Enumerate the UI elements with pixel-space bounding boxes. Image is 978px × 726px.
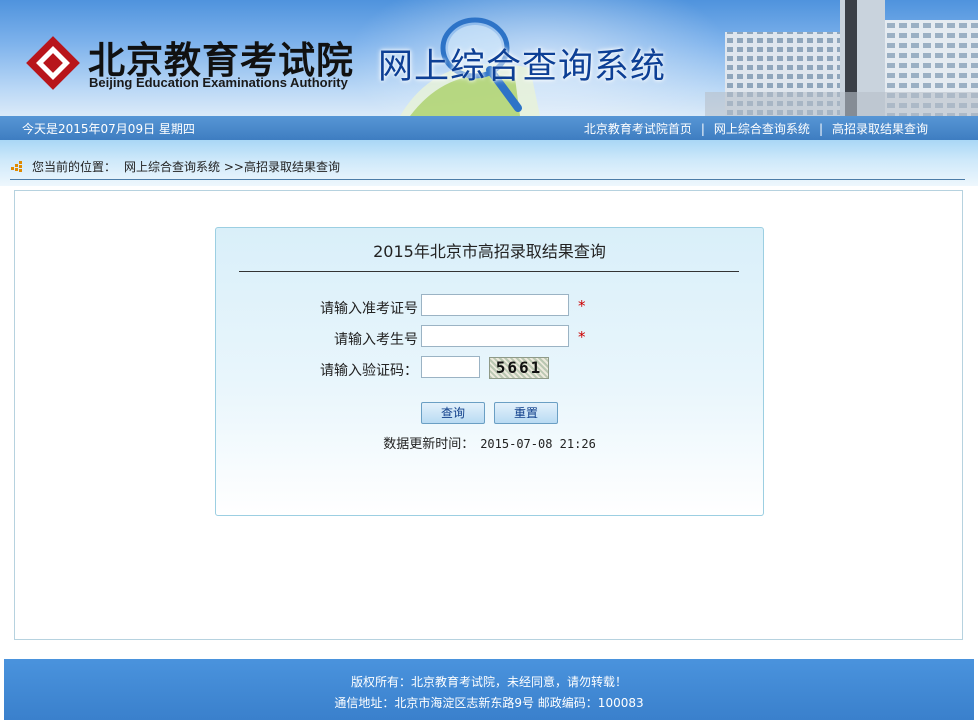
exam-number-input[interactable] xyxy=(421,294,569,316)
nav-link-admission-result[interactable]: 高招录取结果查询 xyxy=(832,122,928,136)
update-time-label: 数据更新时间： xyxy=(383,437,475,452)
reset-button[interactable]: 重置 xyxy=(494,402,558,424)
captcha-label: 请输入验证码： xyxy=(320,363,418,379)
footer-copyright: 版权所有：北京教育考试院，未经同意，请勿转载！ xyxy=(350,675,627,689)
exam-number-row: 请输入准考证号 * xyxy=(216,294,763,318)
footer-address: 通信地址：北京市海淀区志新东路9号 邮政编码：100083 xyxy=(334,696,644,710)
logo[interactable]: 北京教育考试院 Beijing Education Examinations A… xyxy=(22,26,353,98)
breadcrumb-path[interactable]: 网上综合查询系统 >>高招录取结果查询 xyxy=(124,160,340,174)
system-title: 网上综合查询系统 xyxy=(378,47,667,87)
student-number-input[interactable] xyxy=(421,325,569,347)
student-number-label: 请输入考生号 xyxy=(334,332,418,348)
student-number-row: 请输入考生号 * xyxy=(216,325,763,349)
nav-link-query-system[interactable]: 网上综合查询系统 xyxy=(714,122,810,136)
data-update-time: 数据更新时间： 2015-07-08 21:26 xyxy=(216,433,763,452)
update-time-value: 2015-07-08 21:26 xyxy=(480,437,596,451)
top-bar: 今天是2015年07月09日 星期四 北京教育考试院首页 | 网上综合查询系统 | 高招… xyxy=(0,116,978,140)
query-title: 2015年北京市高招录取结果查询 xyxy=(373,242,606,261)
logo-english-name: Beijing Education Examinations Authority xyxy=(89,75,348,90)
nav-separator: | xyxy=(700,122,705,136)
current-date: 今天是2015年07月09日 星期四 xyxy=(22,122,195,136)
nav-link-home[interactable]: 北京教育考试院首页 xyxy=(584,122,692,136)
captcha-input[interactable] xyxy=(421,356,480,378)
query-form: 2015年北京市高招录取结果查询 请输入准考证号 * 请输入考生号 * 请输入验… xyxy=(215,227,764,516)
breadcrumb: 您当前的位置： 网上综合查询系统 >>高招录取结果查询 xyxy=(32,158,340,175)
required-mark: * xyxy=(578,328,586,346)
breadcrumb-grid-icon xyxy=(11,161,22,172)
exam-number-label: 请输入准考证号 xyxy=(320,301,418,317)
main-panel: 2015年北京市高招录取结果查询 请输入准考证号 * 请输入考生号 * 请输入验… xyxy=(14,190,963,640)
captcha-image[interactable]: 5661 xyxy=(489,357,549,379)
required-mark: * xyxy=(578,297,586,315)
breadcrumb-area: 您当前的位置： 网上综合查询系统 >>高招录取结果查询 xyxy=(0,140,978,186)
nav-separator: | xyxy=(818,122,823,136)
captcha-row: 请输入验证码： 5661 xyxy=(216,356,763,380)
logo-emblem-icon xyxy=(26,36,80,90)
building-illustration xyxy=(705,0,978,116)
top-navigation: 北京教育考试院首页 | 网上综合查询系统 | 高招录取结果查询 xyxy=(584,120,928,137)
query-button[interactable]: 查询 xyxy=(421,402,485,424)
breadcrumb-prefix: 您当前的位置： xyxy=(32,160,117,174)
breadcrumb-divider xyxy=(10,179,965,180)
title-divider xyxy=(239,271,739,272)
header-banner: 北京教育考试院 Beijing Education Examinations A… xyxy=(0,0,978,116)
footer: 版权所有：北京教育考试院，未经同意，请勿转载！ 通信地址：北京市海淀区志新东路9… xyxy=(4,659,974,720)
